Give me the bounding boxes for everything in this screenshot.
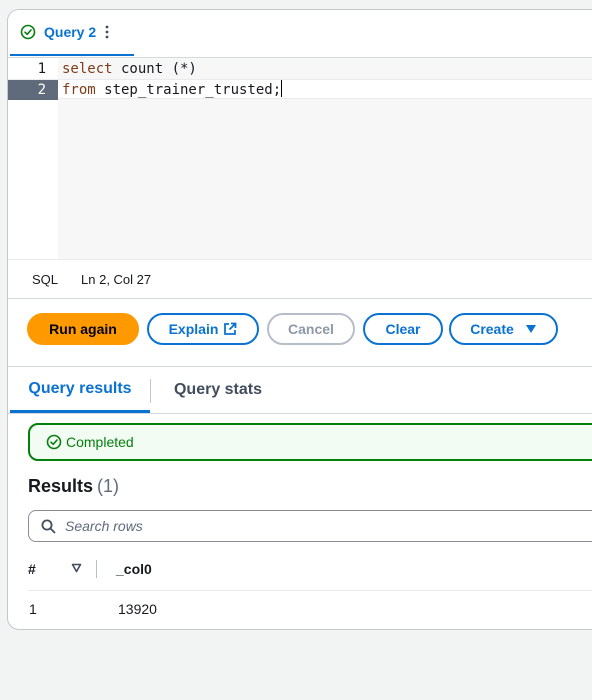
search-icon xyxy=(41,519,56,533)
code-text: from step_trainer_trusted; xyxy=(62,80,283,100)
cancel-label: Cancel xyxy=(288,321,334,337)
tab-query-stats[interactable]: Query stats xyxy=(170,367,266,413)
more-options-icon[interactable] xyxy=(105,24,109,40)
query-tab-bar: Query 2 xyxy=(8,10,592,58)
explain-label: Explain xyxy=(168,321,219,337)
column-header-index: # xyxy=(28,561,36,577)
sql-editor[interactable]: 1 select count (*) 2 from step_trainer_t… xyxy=(8,58,592,260)
check-circle-icon xyxy=(20,24,36,40)
language-label: SQL xyxy=(32,272,59,287)
column-divider[interactable] xyxy=(96,560,97,578)
cancel-button[interactable]: Cancel xyxy=(267,313,355,345)
cursor-position: Ln 2, Col 27 xyxy=(81,272,152,287)
sql-keyword: select xyxy=(62,61,113,77)
run-again-label: Run again xyxy=(49,321,117,337)
row-divider xyxy=(28,590,592,591)
check-circle-icon xyxy=(46,434,62,450)
results-title: Results xyxy=(28,476,94,496)
status-badge: Completed xyxy=(28,423,592,461)
line-number: 2 xyxy=(8,80,58,100)
results-tabs: Query results Query stats xyxy=(8,367,592,414)
text-cursor xyxy=(281,80,283,97)
tab-divider xyxy=(150,379,151,403)
search-box[interactable] xyxy=(28,510,592,542)
table-cell-value: 13920 xyxy=(118,601,157,617)
caret-down-icon xyxy=(525,325,536,333)
results-heading: Results (1) xyxy=(28,476,119,497)
code-line[interactable]: 1 select count (*) xyxy=(8,59,592,79)
query-editor-panel: Query 2 1 select count (*) 2 from step_t… xyxy=(7,9,592,630)
table-cell-index: 1 xyxy=(29,601,37,617)
code-line-active[interactable]: 2 from step_trainer_trusted; xyxy=(8,79,592,100)
explain-button[interactable]: Explain xyxy=(147,313,259,345)
clear-button[interactable]: Clear xyxy=(363,313,443,345)
code-rest: step_trainer_trusted; xyxy=(95,82,282,98)
query-tab-label: Query 2 xyxy=(44,24,97,40)
run-again-button[interactable]: Run again xyxy=(27,313,139,345)
clear-label: Clear xyxy=(385,321,421,337)
query-actions: Run again Explain Cancel Clear Create xyxy=(8,299,592,367)
column-header-col0[interactable]: _col0 xyxy=(116,561,152,577)
sort-icon[interactable] xyxy=(71,563,82,573)
search-input[interactable] xyxy=(65,518,565,534)
status-text: Completed xyxy=(66,434,134,450)
sql-keyword: from xyxy=(62,82,96,98)
tab-query-results[interactable]: Query results xyxy=(10,367,150,413)
tab-query-2[interactable]: Query 2 xyxy=(10,10,134,56)
external-link-icon xyxy=(224,322,237,335)
editor-status-bar: SQL Ln 2, Col 27 xyxy=(8,261,592,299)
code-text: select count (*) xyxy=(62,59,197,79)
line-number: 1 xyxy=(37,61,46,77)
code-rest: count (*) xyxy=(112,61,197,77)
create-label: Create xyxy=(470,321,514,337)
create-button[interactable]: Create xyxy=(449,313,558,345)
results-count: (1) xyxy=(97,476,120,496)
